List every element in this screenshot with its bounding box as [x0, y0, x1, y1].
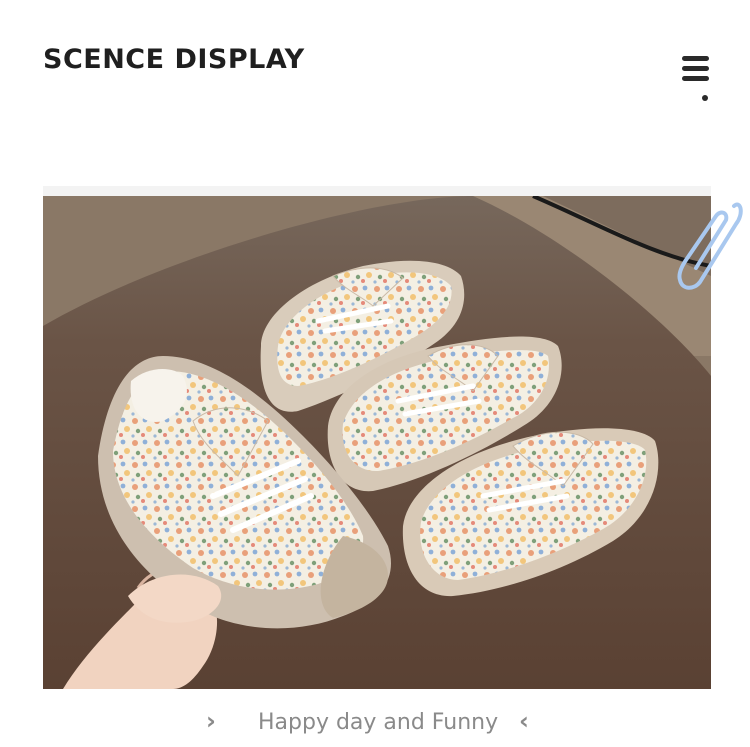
page-title: SCENCE DISPLAY — [43, 44, 305, 75]
chevron-right-icon[interactable]: › — [206, 707, 216, 735]
chevron-left-icon[interactable]: ‹ — [519, 707, 529, 735]
product-photo — [43, 196, 711, 689]
paperclip-icon — [676, 196, 744, 292]
caption-row: › Happy day and Funny ‹ — [0, 705, 750, 741]
caption-text: Happy day and Funny — [258, 710, 499, 735]
menu-icon[interactable] — [682, 56, 710, 104]
